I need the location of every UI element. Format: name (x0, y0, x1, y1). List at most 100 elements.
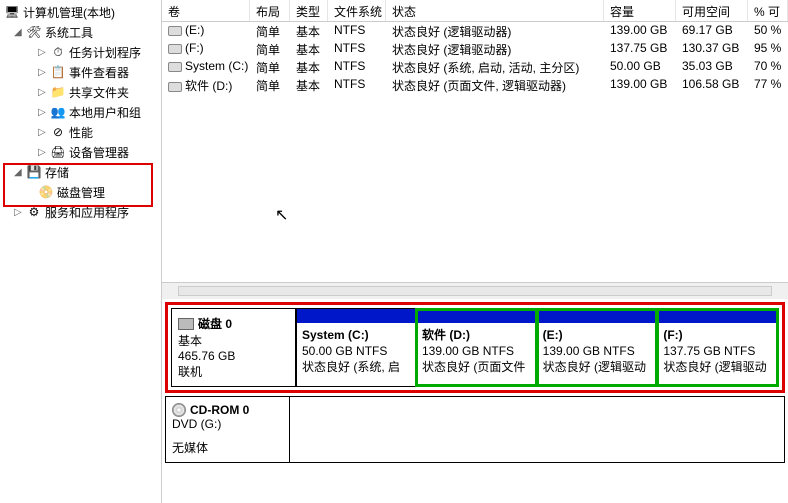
column-header[interactable]: % 可 (748, 0, 788, 21)
volume-table-body: (E:)简单基本NTFS状态良好 (逻辑驱动器)139.00 GB69.17 G… (162, 22, 788, 282)
partition-size: 50.00 GB NTFS (302, 343, 411, 359)
column-header[interactable]: 卷 (162, 0, 250, 21)
table-cell: 状态良好 (逻辑驱动器) (386, 22, 604, 40)
collapse-arrow-icon: ▷ (38, 147, 50, 158)
cdrom-label: CD-ROM 0 DVD (G:) 无媒体 (165, 396, 290, 463)
partition-status: 状态良好 (逻辑驱动 (543, 359, 653, 375)
tree-root-label: 计算机管理(本地) (23, 4, 115, 21)
tree-label: 磁盘管理 (57, 184, 105, 201)
tree-label: 本地用户和组 (69, 104, 141, 121)
tree-item-3[interactable]: ▷👥本地用户和组 (0, 102, 161, 122)
table-cell: NTFS (328, 40, 386, 58)
item-icon: 📁 (50, 84, 66, 100)
tree-label: 系统工具 (45, 24, 93, 41)
collapse-arrow-icon: ▷ (38, 127, 50, 138)
table-cell: NTFS (328, 58, 386, 76)
column-header[interactable]: 布局 (250, 0, 290, 21)
table-cell: 基本 (290, 76, 328, 94)
table-cell: 70 % (748, 58, 788, 76)
table-cell: 139.00 GB (604, 76, 676, 94)
collapse-arrow-icon: ▷ (38, 107, 50, 118)
partition[interactable]: 软件 (D:)139.00 GB NTFS状态良好 (页面文件 (416, 309, 537, 386)
table-cell: 状态良好 (逻辑驱动器) (386, 40, 604, 58)
services-icon: ⚙ (26, 204, 42, 220)
partition-bar (538, 309, 658, 323)
table-cell: 基本 (290, 22, 328, 40)
partition-bar (658, 309, 778, 323)
storage-icon: 💾 (26, 164, 42, 180)
main-panel: 卷布局类型文件系统状态容量可用空间% 可 (E:)简单基本NTFS状态良好 (逻… (162, 0, 788, 503)
expand-arrow-icon: ◢ (14, 167, 26, 178)
tree-item-2[interactable]: ▷📁共享文件夹 (0, 82, 161, 102)
table-cell: 简单 (250, 40, 290, 58)
computer-icon: 🖥 (4, 4, 20, 20)
horizontal-scrollbar[interactable] (162, 282, 788, 299)
table-row[interactable]: (F:)简单基本NTFS状态良好 (逻辑驱动器)137.75 GB130.37 … (162, 40, 788, 58)
cdrom-state: 无媒体 (172, 439, 283, 456)
table-row[interactable]: System (C:)简单基本NTFS状态良好 (系统, 启动, 活动, 主分区… (162, 58, 788, 76)
volume-icon (168, 44, 182, 54)
tree-item-1[interactable]: ▷📋事件查看器 (0, 62, 161, 82)
tools-icon: 🛠 (26, 24, 42, 40)
cdrom-empty (290, 396, 785, 463)
column-header[interactable]: 状态 (386, 0, 604, 21)
partition-status: 状态良好 (页面文件 (422, 359, 532, 375)
disk-mgmt-icon: 📀 (38, 184, 54, 200)
disk-0-row[interactable]: 磁盘 0 基本 465.76 GB 联机 System (C:)50.00 GB… (165, 302, 785, 393)
partition-name: (F:) (663, 327, 773, 343)
disk-icon (178, 318, 194, 330)
table-cell: 基本 (290, 58, 328, 76)
tree-item-0[interactable]: ▷⏱任务计划程序 (0, 42, 161, 62)
item-icon: 👥 (50, 104, 66, 120)
table-cell: (F:) (162, 40, 250, 58)
partition-bar (417, 309, 537, 323)
table-cell: 简单 (250, 58, 290, 76)
table-cell: 130.37 GB (676, 40, 748, 58)
table-cell: 137.75 GB (604, 40, 676, 58)
tree-storage[interactable]: ◢ 💾 存储 (0, 162, 161, 182)
disk-kind: 基本 (178, 332, 289, 349)
partition[interactable]: System (C:)50.00 GB NTFS状态良好 (系统, 启 (296, 309, 416, 386)
table-cell: 77 % (748, 76, 788, 94)
volume-icon (168, 26, 182, 36)
partition[interactable]: (E:)139.00 GB NTFS状态良好 (逻辑驱动 (537, 309, 658, 386)
disk-0-partitions: System (C:)50.00 GB NTFS状态良好 (系统, 启软件 (D… (296, 308, 779, 387)
tree-system-tools[interactable]: ◢ 🛠 系统工具 (0, 22, 161, 42)
tree-label: 事件查看器 (69, 64, 129, 81)
table-cell: 基本 (290, 40, 328, 58)
partition-bar (297, 309, 416, 323)
table-cell: 35.03 GB (676, 58, 748, 76)
item-icon: ⊘ (50, 124, 66, 140)
item-icon: ⏱ (50, 44, 66, 60)
tree-item-4[interactable]: ▷⊘性能 (0, 122, 161, 142)
tree-label: 性能 (69, 124, 93, 141)
tree-item-5[interactable]: ▷🖨设备管理器 (0, 142, 161, 162)
tree-services[interactable]: ▷ ⚙ 服务和应用程序 (0, 202, 161, 222)
item-icon: 🖨 (50, 144, 66, 160)
partition-name: (E:) (543, 327, 653, 343)
table-row[interactable]: (E:)简单基本NTFS状态良好 (逻辑驱动器)139.00 GB69.17 G… (162, 22, 788, 40)
table-cell: 50.00 GB (604, 58, 676, 76)
partition-status: 状态良好 (系统, 启 (302, 359, 411, 375)
table-row[interactable]: 软件 (D:)简单基本NTFS状态良好 (页面文件, 逻辑驱动器)139.00 … (162, 76, 788, 94)
table-cell: 106.58 GB (676, 76, 748, 94)
table-cell: NTFS (328, 22, 386, 40)
column-header[interactable]: 文件系统 (328, 0, 386, 21)
disk-layout-area: 磁盘 0 基本 465.76 GB 联机 System (C:)50.00 GB… (162, 299, 788, 503)
tree-disk-management[interactable]: 📀 磁盘管理 (0, 182, 161, 202)
column-header[interactable]: 容量 (604, 0, 676, 21)
cdrom-row[interactable]: CD-ROM 0 DVD (G:) 无媒体 (165, 396, 785, 463)
column-header[interactable]: 类型 (290, 0, 328, 21)
partition-name: System (C:) (302, 327, 411, 343)
table-cell: 简单 (250, 22, 290, 40)
tree-root[interactable]: 🖥 计算机管理(本地) (0, 2, 161, 22)
table-cell: System (C:) (162, 58, 250, 76)
partition-name: 软件 (D:) (422, 327, 532, 343)
disk-0-label: 磁盘 0 基本 465.76 GB 联机 (171, 308, 296, 387)
column-header[interactable]: 可用空间 (676, 0, 748, 21)
table-cell: NTFS (328, 76, 386, 94)
disk-size: 465.76 GB (178, 349, 289, 363)
collapse-arrow-icon: ▷ (38, 47, 50, 58)
tree-label: 服务和应用程序 (45, 204, 129, 221)
partition[interactable]: (F:)137.75 GB NTFS状态良好 (逻辑驱动 (657, 309, 778, 386)
